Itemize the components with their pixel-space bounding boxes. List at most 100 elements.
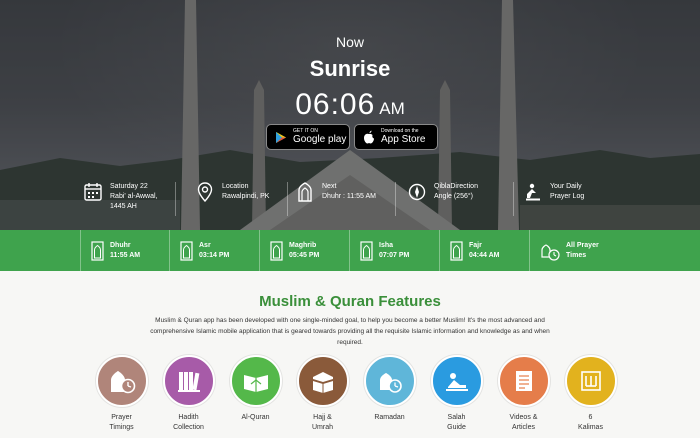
prayer-time-dhuhr[interactable]: Dhuhr 11:55 AM [80,230,170,271]
time-ampm: AM [379,99,405,118]
feature-label-1: Al-Quran [241,414,270,421]
quran-icon [243,375,268,392]
feature-label-1: Hajj & [313,414,332,421]
feature-label-1: Ramadan [374,414,405,421]
now-label: Now [335,34,364,50]
prayer-time: 03:14 PM [199,251,230,259]
prayer-times-bar: Dhuhr 11:55 AM Asr 03:14 PM Maghrib 05:45 P… [0,230,700,271]
feature-circle [162,355,215,407]
salah-icon [445,373,468,391]
feature-ramadan[interactable]: Ramadan [356,355,423,433]
qibla-info[interactable]: QiblaDirection Angle (256°) [396,182,514,216]
current-prayer-name: Sunrise [309,56,391,81]
mihrab-icon [360,240,373,261]
google-play-label: Google play [293,134,347,145]
store-buttons: GET IT ON Google play Download on the Ap… [266,124,438,150]
mosque-clock-icon [541,243,560,261]
all-prayer-line2: Times [566,251,587,259]
feature-label-1: Salah [447,414,466,421]
prayer-log-icon [526,183,540,201]
prayer-log-line1: Your Daily [550,183,582,190]
prayer-time-fajr[interactable]: Fajr 04:44 AM [440,230,530,271]
prayer-time-isha[interactable]: Isha 07:07 PM [350,230,440,271]
feature-label-1: Hadith [178,414,199,421]
date-line1: Saturday 22 [110,183,148,190]
qibla-value: Angle (256°) [434,193,473,200]
feature-label-1: Videos & [509,414,538,421]
prayer-name: Dhuhr [110,241,131,249]
compass-icon [408,183,426,201]
prayer-time: 11:55 AM [110,251,141,259]
feature-label-2: Timings [109,424,134,431]
location-value: Rawalpindi, PK [222,193,270,200]
feature-hajj-umrah[interactable]: Hajj & Umrah [289,355,356,433]
all-prayer-line1: All Prayer [566,241,599,249]
articles-icon [515,371,532,391]
next-value: Dhuhr : 11:55 AM [322,193,376,200]
feature-prayer-timings[interactable]: Prayer Timings [88,355,155,433]
feature-videos-articles[interactable]: Videos & Articles [490,355,557,433]
location-info[interactable]: Location Rawalpindi, PK [176,182,288,216]
features-description: Muslim & Quran app has been developed wi… [150,317,550,346]
google-play-button[interactable]: GET IT ON Google play [266,124,350,150]
calendar-icon [84,183,102,201]
features-section: Muslim & Quran Features Muslim & Quran a… [0,271,700,438]
prayer-time: 04:44 AM [469,251,500,259]
features-title: Muslim & Quran Features [259,293,441,310]
prayer-log-line2: Prayer Log [550,193,585,200]
all-prayer-times-link[interactable]: All Prayer Times [530,230,620,271]
info-row: Saturday 22 Rabi' al-Awwal, 1445 AH Loca… [84,182,644,216]
feature-label-2: Kalimas [578,424,603,431]
google-play-icon [276,131,286,143]
feature-6-kalimas[interactable]: 6 Kalimas [557,355,624,433]
date-line3: 1445 AH [110,203,137,210]
feature-label-1: 6 [588,414,593,421]
app-store-label: App Store [381,134,426,145]
location-pin-icon [197,182,213,202]
feature-label-2: Collection [173,424,204,431]
prayer-name: Asr [199,241,211,249]
qibla-label: QiblaDirection [434,183,478,190]
prayer-time-asr[interactable]: Asr 03:14 PM [170,230,260,271]
hijri-date: Saturday 22 Rabi' al-Awwal, 1445 AH [84,182,176,216]
app-store-button[interactable]: Download on the App Store [354,124,438,150]
feature-salah-guide[interactable]: Salah Guide [423,355,490,433]
kaaba-icon [312,372,333,393]
current-time: 06:06 AM [0,88,700,122]
prayer-name: Fajr [469,241,482,249]
feature-circle [296,355,349,407]
books-icon [177,372,200,392]
prayer-timings-icon [110,371,135,394]
mihrab-icon [180,240,193,261]
mihrab-icon [270,240,283,261]
feature-hadith-collection[interactable]: Hadith Collection [155,355,222,433]
feature-label-2: Guide [447,424,466,431]
mihrab-icon [91,240,104,261]
location-label: Location [222,183,249,190]
features-list: Prayer Timings Hadith Collection Al-Qura… [88,355,624,433]
feature-label-2: Umrah [311,424,333,431]
feature-circle [95,355,148,407]
next-label: Next [322,183,337,190]
prayer-time-maghrib[interactable]: Maghrib 05:45 PM [260,230,350,271]
prayer-name: Maghrib [289,241,317,249]
mihrab-icon [298,182,312,202]
next-prayer-info: Next Dhuhr : 11:55 AM [288,182,396,216]
feature-circle [229,355,282,407]
date-line2: Rabi' al-Awwal, [110,193,158,200]
prayer-name: Isha [379,241,394,249]
time-value: 06:06 [295,88,376,121]
feature-al-quran[interactable]: Al-Quran [222,355,289,433]
feature-circle [497,355,550,407]
feature-circle [363,355,416,407]
prayer-time: 05:45 PM [289,251,320,259]
feature-label-1: Prayer [111,414,132,421]
apple-icon [364,130,374,144]
ramadan-icon [379,373,402,393]
feature-label-2: Articles [512,424,535,431]
prayer-time: 07:07 PM [379,251,410,259]
mihrab-icon [450,240,463,261]
feature-circle [430,355,483,407]
kalima-icon [580,371,601,391]
prayer-log-link[interactable]: Your Daily Prayer Log [514,182,644,216]
